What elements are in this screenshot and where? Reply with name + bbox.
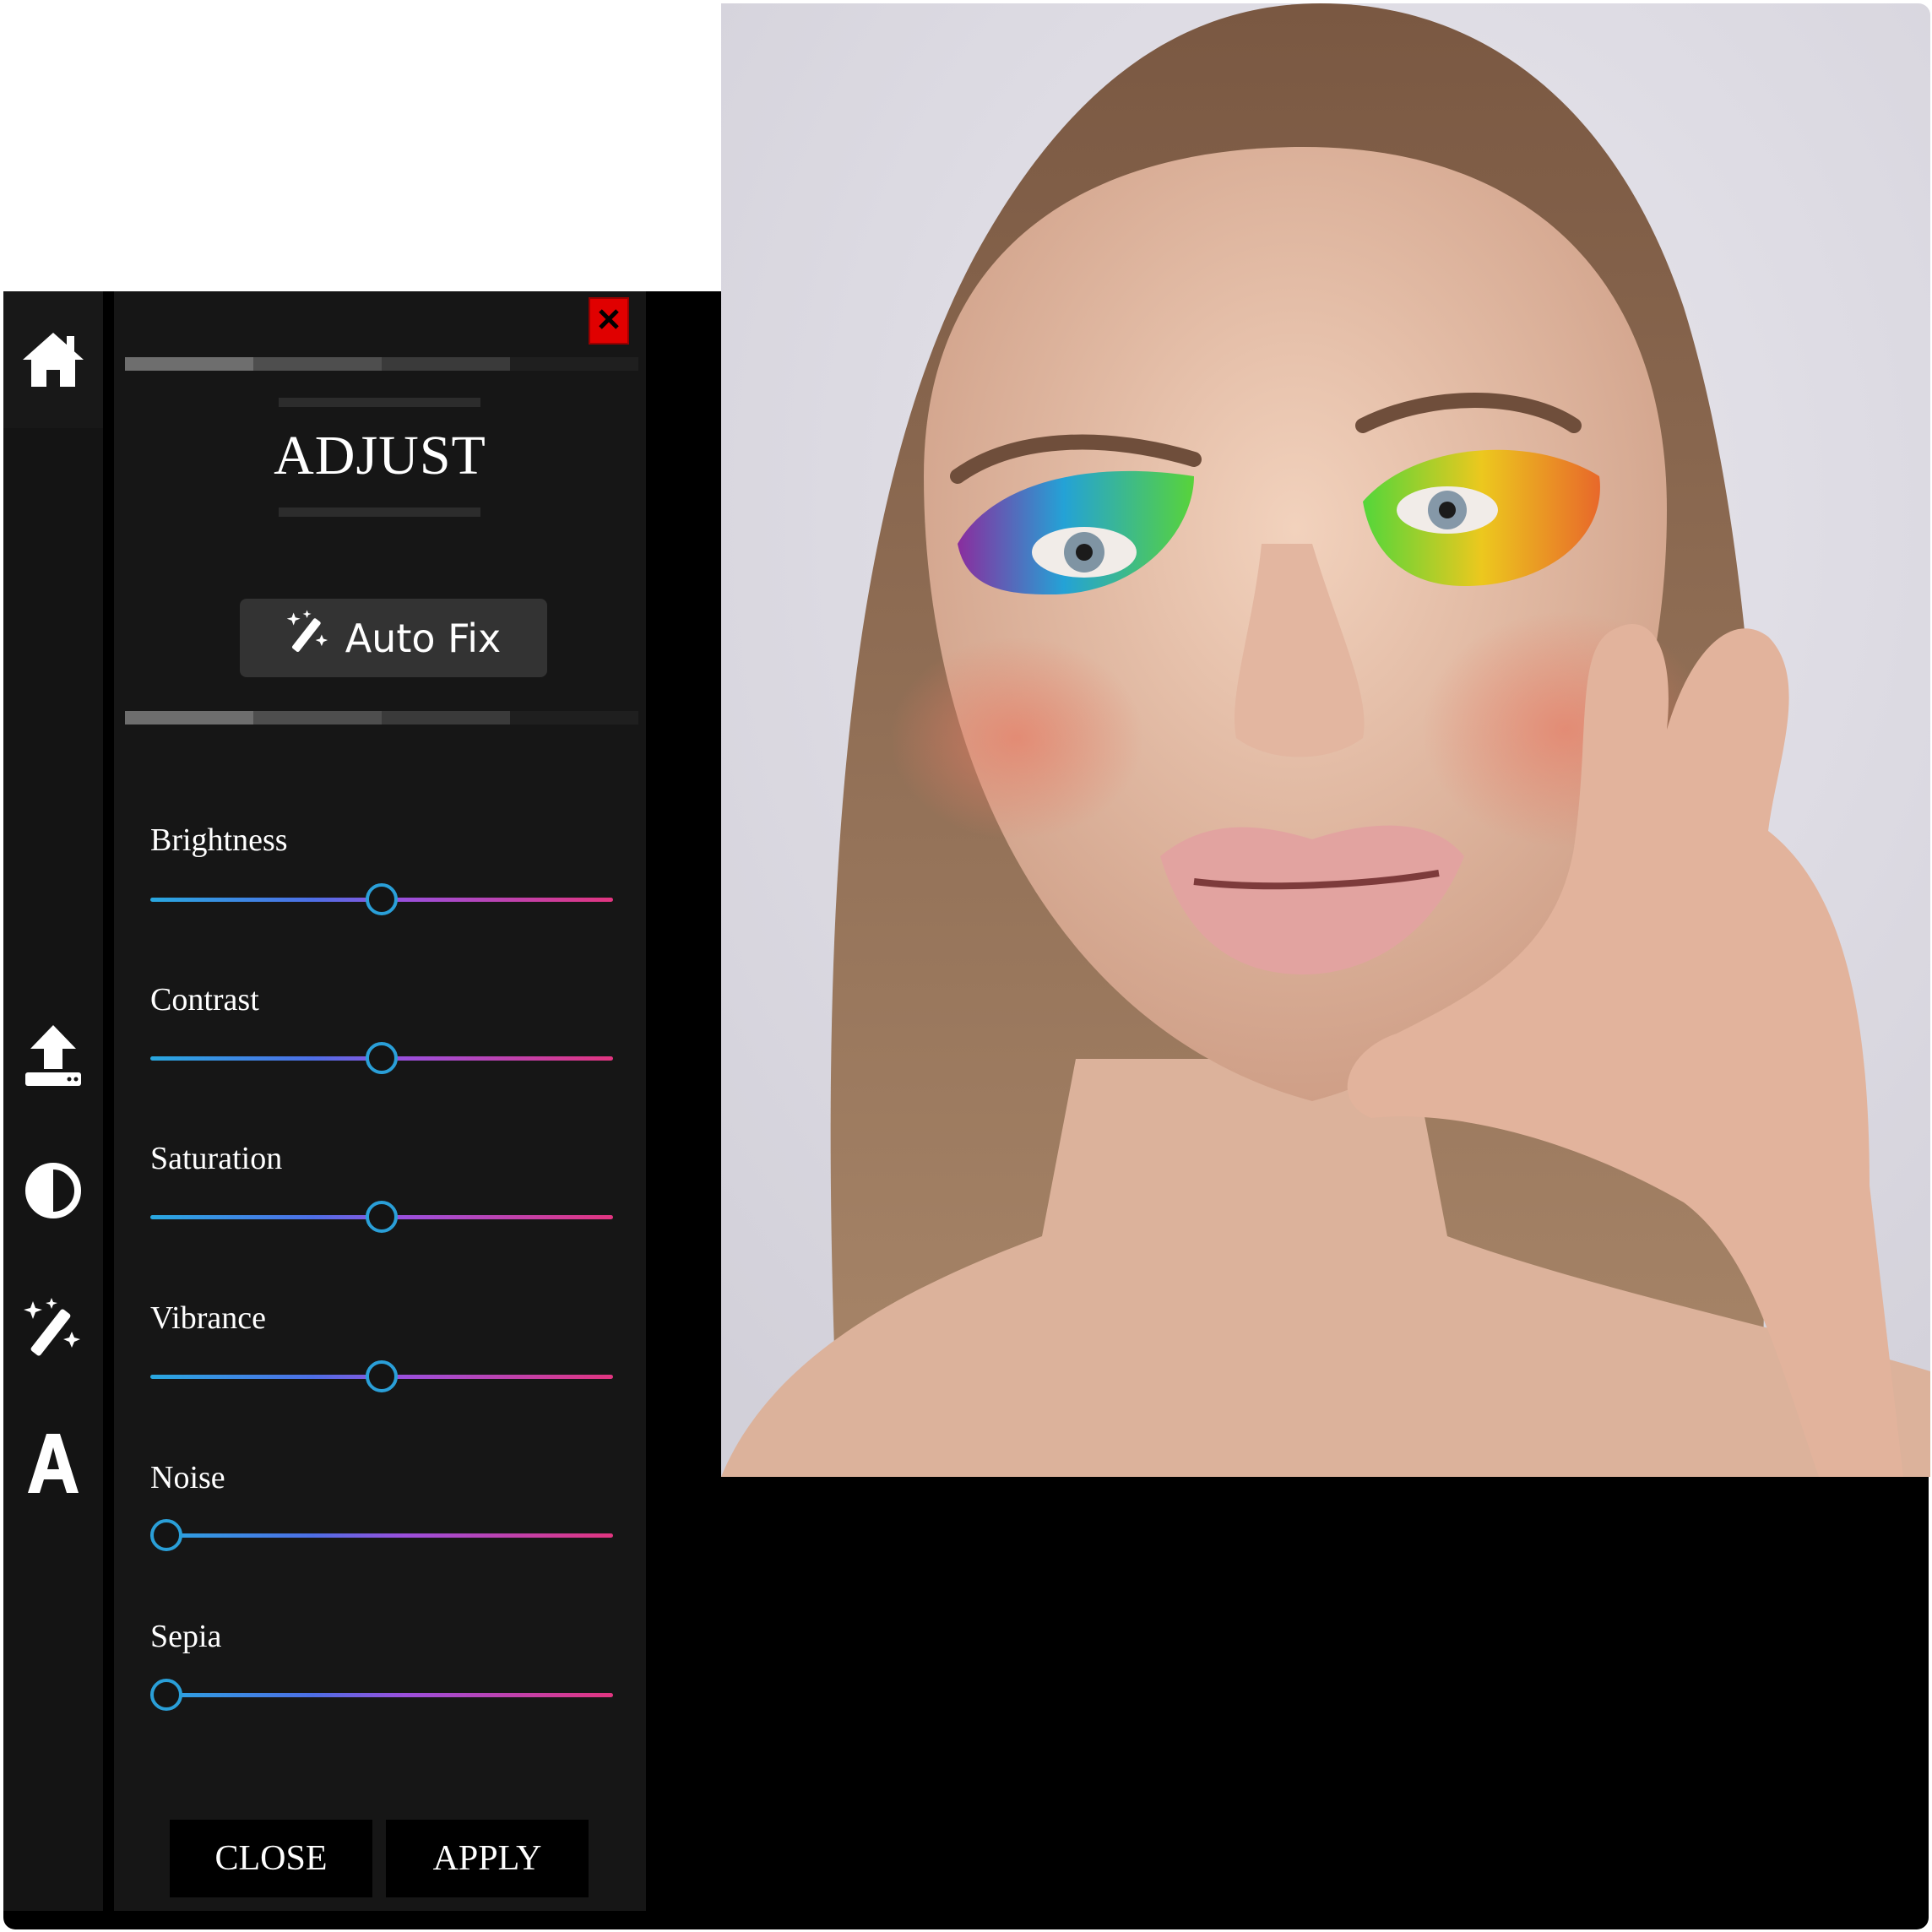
- progress-segment: [125, 357, 253, 371]
- sidebar-item-home[interactable]: [3, 291, 103, 428]
- contrast-slider[interactable]: [150, 1042, 613, 1074]
- saturation-label: Saturation: [150, 1141, 283, 1176]
- tool-sidebar: [3, 291, 103, 1911]
- auto-fix-button[interactable]: Auto Fix: [240, 599, 547, 677]
- close-button[interactable]: CLOSE: [170, 1820, 372, 1897]
- slider-thumb[interactable]: [150, 1519, 182, 1551]
- sepia-slider[interactable]: [150, 1679, 613, 1711]
- progress-segment: [382, 711, 510, 724]
- close-icon: [598, 308, 620, 334]
- slider-thumb[interactable]: [366, 1201, 398, 1233]
- apply-button[interactable]: APPLY: [386, 1820, 589, 1897]
- brightness-slider[interactable]: [150, 883, 613, 915]
- progress-segment: [253, 357, 382, 371]
- magic-wand-icon: [286, 610, 330, 666]
- vibrance-slider[interactable]: [150, 1360, 613, 1392]
- sidebar-item-upload[interactable]: [3, 1009, 103, 1102]
- title-rule-bottom: [279, 507, 480, 517]
- auto-fix-label: Auto Fix: [345, 615, 502, 661]
- upload-icon: [24, 1022, 83, 1089]
- saturation-slider[interactable]: [150, 1201, 613, 1233]
- progress-segment: [253, 711, 382, 724]
- slider-thumb[interactable]: [366, 1042, 398, 1074]
- sidebar-item-effects[interactable]: [3, 1283, 103, 1376]
- noise-label: Noise: [150, 1460, 225, 1495]
- contrast-label: Contrast: [150, 982, 259, 1018]
- text-icon: [26, 1432, 80, 1495]
- home-icon: [21, 329, 85, 390]
- vibrance-label: Vibrance: [150, 1300, 266, 1336]
- sidebar-item-adjust[interactable]: [3, 1144, 103, 1237]
- sidebar-item-text[interactable]: [3, 1417, 103, 1510]
- progress-segment: [510, 357, 638, 371]
- panel-title: ADJUST: [274, 425, 486, 486]
- close-panel-button[interactable]: [589, 297, 629, 345]
- progress-segment: [510, 711, 638, 724]
- step-progress-top: [125, 357, 638, 371]
- photo-preview: [721, 3, 1930, 1477]
- magic-wand-icon: [23, 1298, 84, 1362]
- slider-thumb[interactable]: [366, 883, 398, 915]
- progress-segment: [125, 711, 253, 724]
- brightness-label: Brightness: [150, 822, 288, 858]
- sepia-label: Sepia: [150, 1619, 222, 1654]
- adjust-panel: [114, 291, 646, 1911]
- slider-thumb[interactable]: [366, 1360, 398, 1392]
- progress-segment: [382, 357, 510, 371]
- contrast-icon: [24, 1162, 82, 1219]
- step-progress-bottom: [125, 711, 638, 724]
- title-rule-top: [279, 398, 480, 407]
- slider-thumb[interactable]: [150, 1679, 182, 1711]
- noise-slider[interactable]: [150, 1519, 613, 1551]
